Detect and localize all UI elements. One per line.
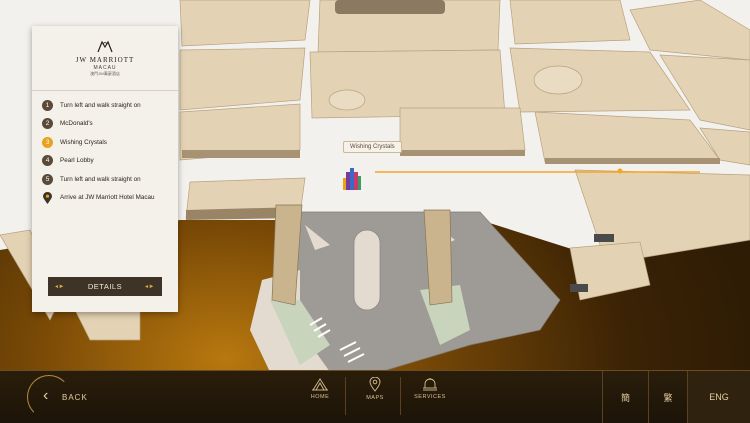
route-waypoint — [617, 168, 623, 174]
lang-simplified[interactable]: 簡 — [603, 371, 648, 423]
roundabout-island — [353, 229, 381, 311]
hotel-logo: JW MARRIOTT MACAU 澳門JW萬豪酒店 — [32, 26, 178, 91]
nav-home[interactable]: HOME — [300, 377, 340, 400]
lang-traditional[interactable]: 繁 — [649, 371, 687, 423]
chevron-left-icon: ‹ — [43, 387, 50, 404]
route-step[interactable]: 1 Turn left and walk straight on — [42, 96, 174, 115]
step-number: 3 — [42, 136, 53, 148]
nav-home-label: HOME — [310, 394, 330, 400]
details-label: DETAILS — [87, 282, 123, 291]
route-step-destination[interactable]: Arrive at JW Marriott Hotel Macau — [42, 189, 174, 208]
step-number: 4 — [42, 155, 53, 167]
back-button[interactable]: ‹ BACK — [27, 375, 88, 419]
nav-services-label: SERVICES — [414, 394, 446, 400]
step-number: 1 — [42, 99, 53, 111]
round-plaza — [328, 89, 366, 111]
building-lower-right — [574, 169, 750, 259]
lang-english[interactable]: ENG — [688, 371, 750, 423]
route-step[interactable]: 4 Pearl Lobby — [42, 152, 174, 171]
details-button[interactable]: ◂► DETAILS ◂► — [48, 277, 162, 296]
location-pin-icon — [369, 377, 381, 392]
route-step[interactable]: 5 Turn left and walk straight on — [42, 170, 174, 189]
nav-divider — [400, 377, 401, 415]
step-label: Wishing Crystals — [60, 138, 107, 146]
route-step[interactable]: 2 McDonald's — [42, 115, 174, 134]
destination-pin-icon — [42, 191, 53, 204]
arrow-right-icon: ◂► — [145, 284, 155, 290]
route-step-active[interactable]: 3 Wishing Crystals — [42, 133, 174, 152]
bottom-navigation-bar: ‹ BACK HOME MAPS SERVICES 簡 繁 ENG — [0, 370, 750, 423]
arena-roof — [335, 0, 445, 14]
nav-divider — [345, 377, 346, 415]
home-icon — [312, 378, 328, 391]
step-number: 5 — [42, 173, 53, 185]
map-pin-label[interactable]: Wishing Crystals — [343, 141, 402, 153]
building-blocks-upper — [179, 0, 750, 166]
step-label: Arrive at JW Marriott Hotel Macau — [60, 194, 155, 202]
directions-panel: JW MARRIOTT MACAU 澳門JW萬豪酒店 1 Turn left an… — [32, 26, 178, 312]
logo-title: JW MARRIOTT — [75, 55, 135, 64]
nav-maps-label: MAPS — [366, 395, 384, 401]
round-plaza-2 — [533, 65, 583, 95]
step-number: 2 — [42, 118, 53, 130]
step-label: McDonald's — [60, 120, 93, 128]
step-label: Turn left and walk straight on — [60, 175, 141, 183]
step-label: Turn left and walk straight on — [60, 101, 141, 109]
marriott-crest-icon — [97, 40, 113, 52]
nav-services[interactable]: SERVICES — [410, 377, 450, 400]
logo-chinese: 澳門JW萬豪酒店 — [90, 70, 120, 76]
arrow-left-icon: ◂► — [55, 284, 65, 290]
bell-icon — [423, 378, 437, 391]
step-label: Pearl Lobby — [60, 157, 94, 165]
route-steps: 1 Turn left and walk straight on 2 McDonal… — [42, 96, 174, 207]
nav-maps[interactable]: MAPS — [355, 377, 395, 401]
